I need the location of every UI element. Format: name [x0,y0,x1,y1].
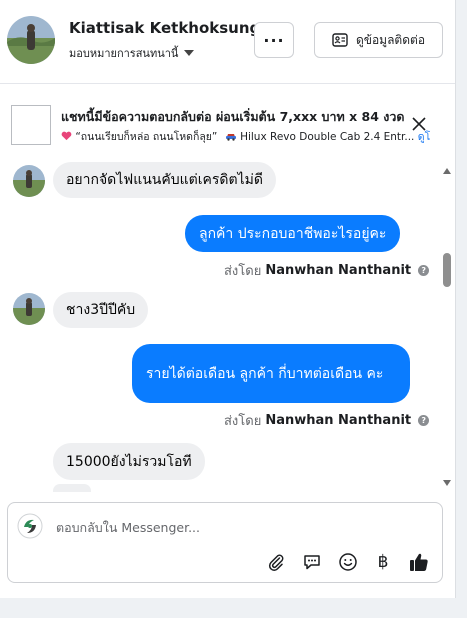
ad-thumbnail [11,105,51,145]
avatar[interactable] [7,16,55,64]
reply-composer: ฿ [7,502,443,583]
chevron-down-icon [184,50,195,56]
thumbs-up-icon[interactable] [408,551,430,573]
assign-label: มอบหมายการสนทนานี้ [69,47,179,60]
heart-icon [61,131,72,141]
car-icon [225,134,236,141]
incoming-message: 15000ยังไม่รวมโอที [53,443,205,480]
view-contact-button[interactable]: ดูข้อมูลติดต่อ [314,22,443,58]
ad-product: Hilux Revo Double Cab 2.4 Entr... [240,131,415,143]
incoming-message: อยากจัดไฟแนนคับแต่เครดิตไม่ดี [53,162,276,198]
scroll-down-icon[interactable] [443,480,451,486]
avatar [13,293,45,325]
scrollbar[interactable] [442,162,454,492]
assign-conversation[interactable]: มอบหมายการสนทนานี้ [69,44,195,62]
sent-by-label: ส่งโดย Nanwhan Nanthanit ? [224,260,430,281]
ad-reply-context[interactable]: แชทนี้มีข้อความตอบกลับต่อ ผ่อนเริ่มต้น 7… [0,95,455,155]
contact-name: Kiattisak Ketkhoksung [69,19,261,37]
ad-quote: “ถนนเรียบก็หล่อ ถนนโหดก็ลุย” [75,131,218,143]
message-list[interactable]: อยากจัดไฟแนนคับแต่เครดิตไม่ดี ลูกค้า ประ… [0,162,442,492]
chat-panel: Kiattisak Ketkhoksung มอบหมายการสนทนานี้… [0,0,456,598]
contact-card-icon [332,33,348,47]
incoming-message-partial [53,484,91,492]
emoji-icon[interactable] [337,551,359,573]
page-background [0,598,467,618]
outgoing-message: ลูกค้า ประกอบอาชีพอะไรอยู่คะ [185,215,401,252]
incoming-message: ชาง3ปีปีคับ [53,292,149,328]
avatar [13,165,45,197]
sent-by-prefix: ส่งโดย [224,264,262,279]
outgoing-message: รายได้ต่อเดือน ลูกค้า กี่บาทต่อเดือน คะ [132,344,410,403]
view-contact-label: ดูข้อมูลติดต่อ [355,32,426,47]
more-button[interactable]: ··· [254,22,294,58]
scrollbar-thumb[interactable] [443,253,451,287]
page-logo [17,513,43,539]
reply-input[interactable] [56,517,416,537]
close-icon[interactable] [410,115,428,133]
conversation-header: Kiattisak Ketkhoksung มอบหมายการสนทนานี้… [0,0,455,84]
help-icon[interactable]: ? [418,265,430,276]
saved-reply-icon[interactable] [301,551,323,573]
sent-by-label: ส่งโดย Nanwhan Nanthanit ? [224,410,430,431]
attach-icon[interactable] [265,551,287,573]
scroll-up-icon[interactable] [443,168,451,174]
ad-context-title: แชทนี้มีข้อความตอบกลับต่อ ผ่อนเริ่มต้น 7… [61,109,405,124]
baht-icon[interactable]: ฿ [372,551,394,573]
help-icon[interactable]: ? [418,415,430,426]
sent-by-prefix: ส่งโดย [224,414,262,429]
ad-context-details: “ถนนเรียบก็หล่อ ถนนโหดก็ลุย” Hilux Revo … [61,128,430,145]
agent-name: Nanwhan Nanthanit [265,263,412,278]
more-icon: ··· [263,30,285,50]
agent-name: Nanwhan Nanthanit [265,413,412,428]
